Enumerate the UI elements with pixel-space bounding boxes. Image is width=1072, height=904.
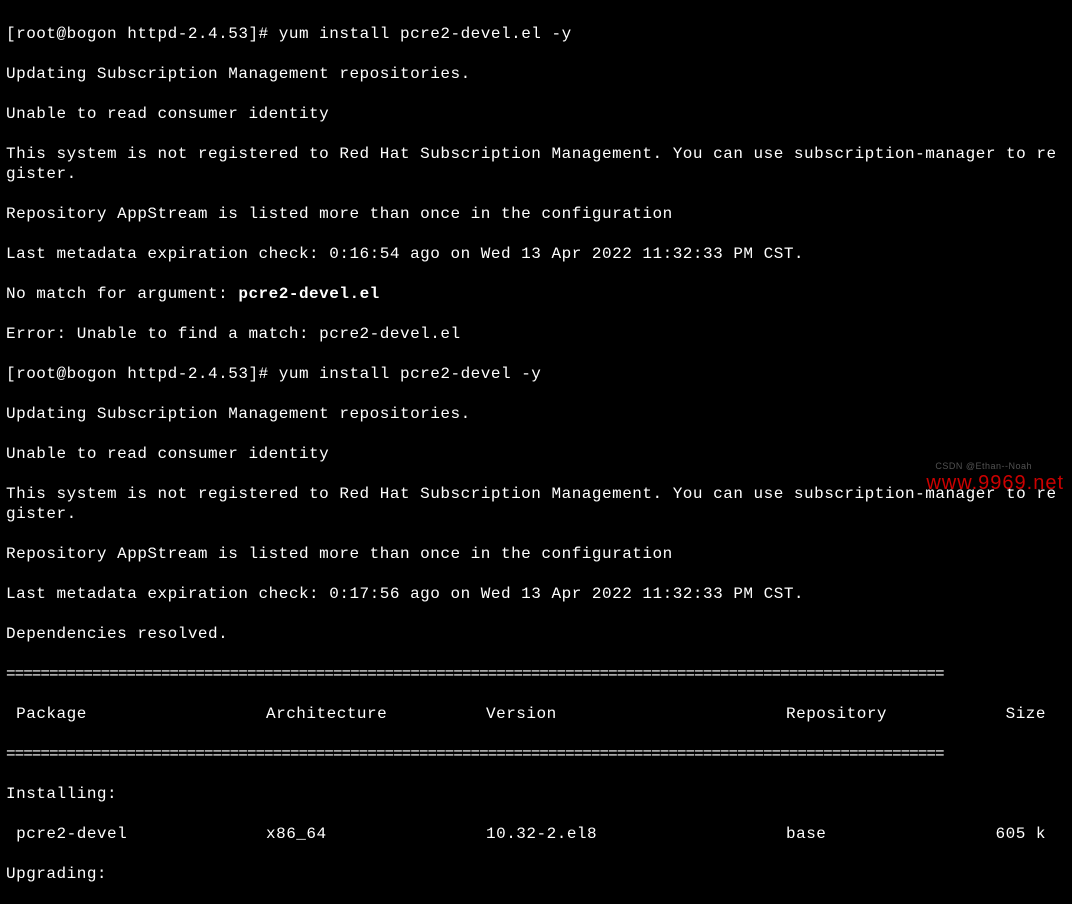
output-line: This system is not registered to Red Hat… [6, 484, 1066, 524]
header-version: Version [486, 704, 786, 724]
command-text: yum install pcre2-devel.el -y [279, 25, 572, 43]
output-line: Last metadata expiration check: 0:16:54 … [6, 244, 1066, 264]
output-line: Updating Subscription Management reposit… [6, 404, 1066, 424]
header-size: Size [966, 704, 1046, 724]
output-line: Repository AppStream is listed more than… [6, 544, 1066, 564]
output-line: Unable to read consumer identity [6, 444, 1066, 464]
installing-label: Installing: [6, 784, 1066, 804]
output-error: Error: Unable to find a match: pcre2-dev… [6, 324, 1066, 344]
pkg-arch: x86_64 [266, 824, 486, 844]
header-package: Package [6, 704, 266, 724]
header-arch: Architecture [266, 704, 486, 724]
table-divider: ========================================… [6, 744, 1066, 764]
output-line: This system is not registered to Red Hat… [6, 144, 1066, 184]
output-line: Updating Subscription Management reposit… [6, 64, 1066, 84]
pkg-repo: base [786, 824, 966, 844]
output-line: Last metadata expiration check: 0:17:56 … [6, 584, 1066, 604]
header-repo: Repository [786, 704, 966, 724]
table-row: pcre2-develx86_6410.32-2.el8base605 k [6, 824, 1066, 844]
command-text: yum install pcre2-devel -y [279, 365, 542, 383]
pkg-version: 10.32-2.el8 [486, 824, 786, 844]
output-line: No match for argument: [6, 285, 238, 303]
output-argument: pcre2-devel.el [238, 285, 379, 303]
output-line: Unable to read consumer identity [6, 104, 1066, 124]
watermark: www.9969.net [926, 471, 1064, 496]
upgrading-label: Upgrading: [6, 864, 1066, 884]
shell-prompt: [root@bogon httpd-2.4.53]# [6, 365, 279, 383]
table-header: PackageArchitectureVersionRepositorySize [6, 704, 1066, 724]
terminal-output[interactable]: [root@bogon httpd-2.4.53]# yum install p… [6, 4, 1066, 904]
output-line: Repository AppStream is listed more than… [6, 204, 1066, 224]
shell-prompt: [root@bogon httpd-2.4.53]# [6, 25, 279, 43]
pkg-size: 605 k [966, 824, 1046, 844]
output-line: Dependencies resolved. [6, 624, 1066, 644]
pkg-name: pcre2-devel [6, 824, 266, 844]
table-divider: ========================================… [6, 664, 1066, 684]
